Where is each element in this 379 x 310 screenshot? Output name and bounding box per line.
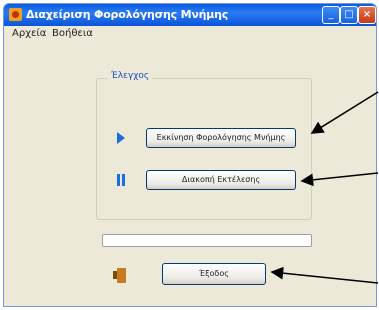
app-icon xyxy=(9,8,22,21)
minimize-button[interactable]: _ xyxy=(322,6,340,24)
start-button[interactable]: Εκκίνηση Φορολόγησης Μνήμης xyxy=(146,128,296,148)
progress-bar xyxy=(102,234,312,247)
menu-item-help[interactable]: Βοήθεια xyxy=(52,28,93,39)
menu-bar: Αρχεία Βοήθεια xyxy=(4,26,376,44)
exit-button[interactable]: Έξοδος xyxy=(162,263,266,285)
title-bar[interactable]: Διαχείριση Φορολόγησης Μνήμης _ □ × xyxy=(4,4,376,26)
menu-item-files[interactable]: Αρχεία xyxy=(12,28,46,39)
pause-icon xyxy=(117,174,125,186)
group-label: Έλεγχος xyxy=(108,71,153,81)
door-exit-icon xyxy=(113,268,126,283)
stop-button[interactable]: Διακοπή Εκτέλεσης xyxy=(146,170,296,190)
window-title: Διαχείριση Φορολόγησης Μνήμης xyxy=(26,8,229,21)
maximize-button[interactable]: □ xyxy=(340,6,358,24)
control-groupbox xyxy=(96,78,312,220)
play-icon xyxy=(117,132,125,144)
close-button[interactable]: × xyxy=(358,6,376,24)
